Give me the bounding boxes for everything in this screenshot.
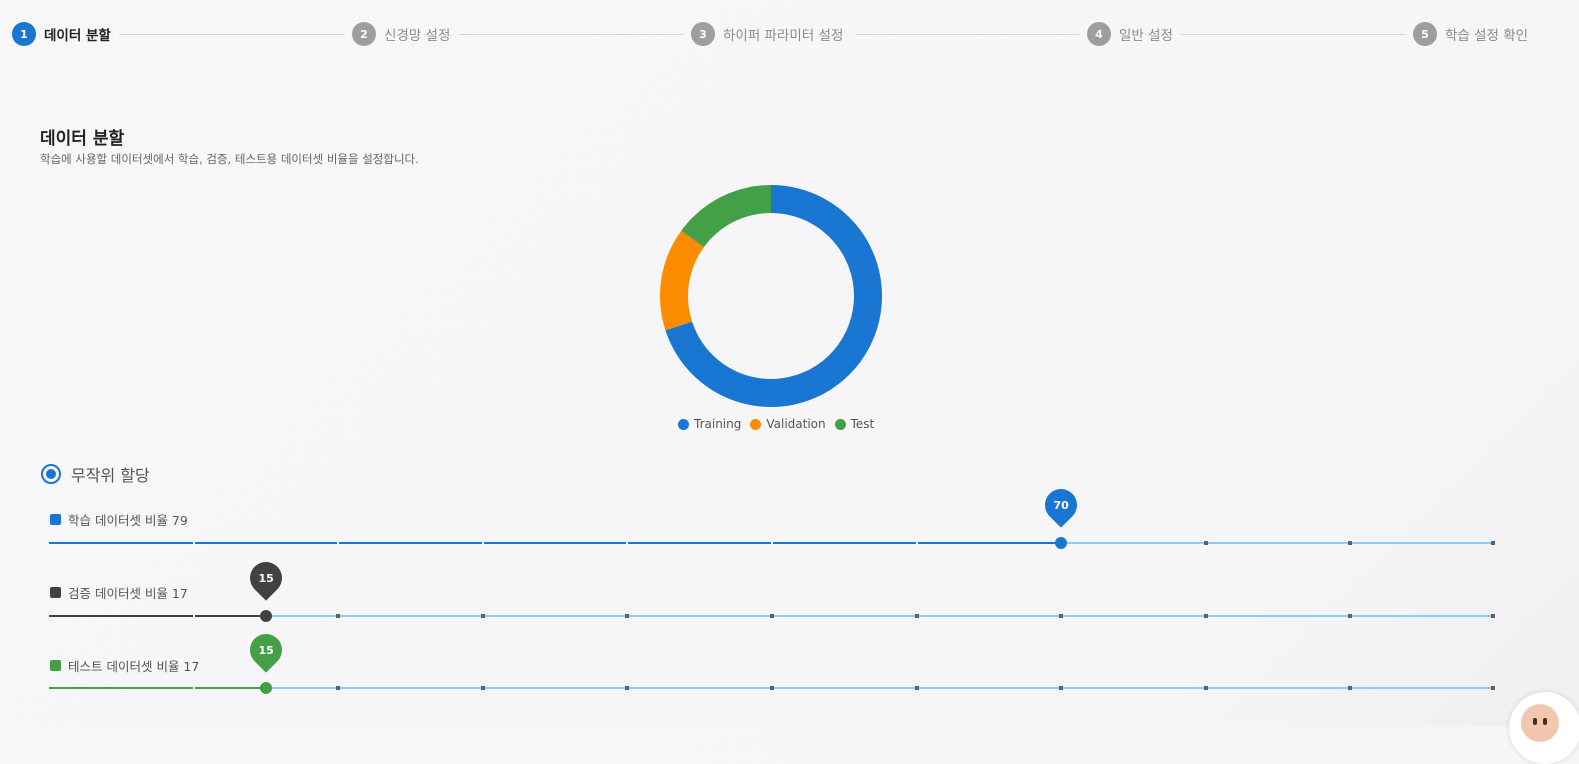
- slider-value-text: 15: [258, 643, 274, 657]
- slider-step-mark: [914, 614, 919, 618]
- step-number: 1: [12, 22, 36, 46]
- slider-thumb[interactable]: [259, 610, 272, 622]
- slider-step-mark: [336, 686, 341, 690]
- avatar-face-icon: [1521, 704, 1559, 742]
- donut-slice-test[interactable]: [681, 185, 771, 248]
- step-connector: [459, 34, 683, 35]
- slider-step-gap: [771, 541, 773, 545]
- slider-step-mark: [1491, 614, 1495, 618]
- donut-slice-validation[interactable]: [660, 230, 704, 331]
- slider-label-text: 학습 데이터셋 비율 79: [68, 513, 188, 528]
- step-label: 데이터 분할: [44, 28, 111, 44]
- split-donut-chart: [660, 185, 882, 407]
- slider-step-gap: [626, 541, 629, 545]
- slider-label-text: 검증 데이터셋 비율 17: [68, 586, 188, 601]
- slider-step-mark: [914, 686, 919, 690]
- training-ratio-label: 학습 데이터셋 비율 79: [50, 510, 188, 529]
- step-number: 5: [1413, 22, 1437, 46]
- legend-item-validation[interactable]: Validation: [750, 417, 826, 431]
- step-connector: [855, 34, 1079, 35]
- slider-step-gap: [192, 614, 195, 618]
- slider-step-mark: [1491, 541, 1495, 545]
- slider-step-mark: [480, 614, 485, 618]
- slider-step-gap: [915, 541, 918, 545]
- step-network-settings[interactable]: 2 신경망 설정: [352, 22, 450, 46]
- legend-label: Test: [850, 417, 875, 431]
- slider-thumb[interactable]: [259, 682, 272, 694]
- legend-label: Training: [694, 417, 742, 431]
- test-ratio-label: 테스트 데이터셋 비율 17: [50, 656, 199, 675]
- legend-item-training[interactable]: Training: [678, 417, 741, 431]
- radio-button[interactable]: [41, 464, 61, 484]
- step-number: 3: [691, 22, 715, 46]
- slider-step-mark: [336, 614, 341, 618]
- slider-step-mark: [625, 614, 630, 618]
- step-label: 일반 설정: [1119, 28, 1173, 44]
- step-general-settings[interactable]: 4 일반 설정: [1087, 22, 1173, 46]
- legend-dot: [750, 418, 762, 430]
- slider-value-bubble: 70: [1038, 482, 1084, 528]
- section-description: 학습에 사용할 데이터셋에서 학습, 검증, 테스트용 데이터셋 비율을 설정합…: [40, 152, 419, 166]
- step-data-split[interactable]: 1 데이터 분할: [12, 22, 111, 46]
- validation-ratio-slider[interactable]: 15: [49, 555, 1495, 622]
- chart-legend: Training Validation Test: [678, 417, 883, 431]
- step-label: 학습 설정 확인: [1445, 28, 1529, 44]
- slider-step-mark: [1203, 686, 1208, 690]
- slider-step-mark: [770, 614, 774, 618]
- slider-step-mark: [1203, 614, 1208, 618]
- legend-dot: [834, 418, 846, 430]
- color-swatch: [50, 514, 61, 525]
- slider-value-bubble: 15: [243, 555, 289, 601]
- slider-step-gap: [192, 686, 195, 690]
- random-allocation-radio[interactable]: 무작위 할당: [41, 462, 150, 486]
- slider-fill: [49, 542, 1062, 544]
- step-label: 신경망 설정: [384, 28, 451, 44]
- slider-step-gap: [481, 541, 484, 545]
- slider-thumb[interactable]: [1055, 537, 1068, 549]
- slider-fill: [49, 615, 266, 617]
- training-ratio-slider[interactable]: 70: [49, 482, 1495, 549]
- step-number: 4: [1087, 22, 1111, 46]
- legend-label: Validation: [766, 417, 826, 431]
- slider-step-mark: [1348, 614, 1353, 618]
- slider-step-mark: [1348, 541, 1353, 545]
- step-number: 2: [352, 22, 376, 46]
- step-connector: [1181, 34, 1405, 35]
- slider-label-text: 테스트 데이터셋 비율 17: [68, 659, 200, 674]
- step-confirm-settings[interactable]: 5 학습 설정 확인: [1413, 22, 1528, 46]
- test-ratio-slider[interactable]: 15: [49, 627, 1495, 694]
- validation-ratio-label: 검증 데이터셋 비율 17: [50, 583, 188, 602]
- color-swatch: [50, 587, 61, 598]
- slider-step-mark: [1348, 686, 1353, 690]
- assistant-avatar-button[interactable]: [1509, 692, 1579, 764]
- section-title: 데이터 분할: [40, 129, 125, 149]
- slider-step-mark: [625, 686, 630, 690]
- slider-step-mark: [1203, 541, 1208, 545]
- slider-step-mark: [1059, 614, 1064, 618]
- slider-step-gap: [192, 541, 195, 545]
- slider-value-bubble: 15: [243, 627, 289, 673]
- slider-step-mark: [1059, 686, 1064, 690]
- slider-value-text: 15: [258, 571, 274, 585]
- radio-label: 무작위 할당: [71, 466, 150, 485]
- legend-item-test[interactable]: Test: [834, 417, 875, 431]
- step-label: 하이퍼 파라미터 설정: [723, 28, 844, 44]
- slider-step-mark: [1491, 686, 1495, 690]
- slider-step-gap: [337, 541, 340, 545]
- slider-step-mark: [770, 686, 774, 690]
- color-swatch: [50, 660, 61, 671]
- slider-fill: [49, 687, 266, 689]
- slider-value-text: 70: [1053, 498, 1069, 512]
- legend-dot: [678, 418, 689, 430]
- slider-step-mark: [480, 686, 485, 690]
- stepper: 1 데이터 분할 2 신경망 설정 3 하이퍼 파라미터 설정 4 일반 설정 …: [0, 0, 1579, 70]
- step-hyperparameter-settings[interactable]: 3 하이퍼 파라미터 설정: [691, 22, 843, 46]
- radio-selected-dot: [46, 469, 56, 479]
- step-connector: [119, 34, 345, 35]
